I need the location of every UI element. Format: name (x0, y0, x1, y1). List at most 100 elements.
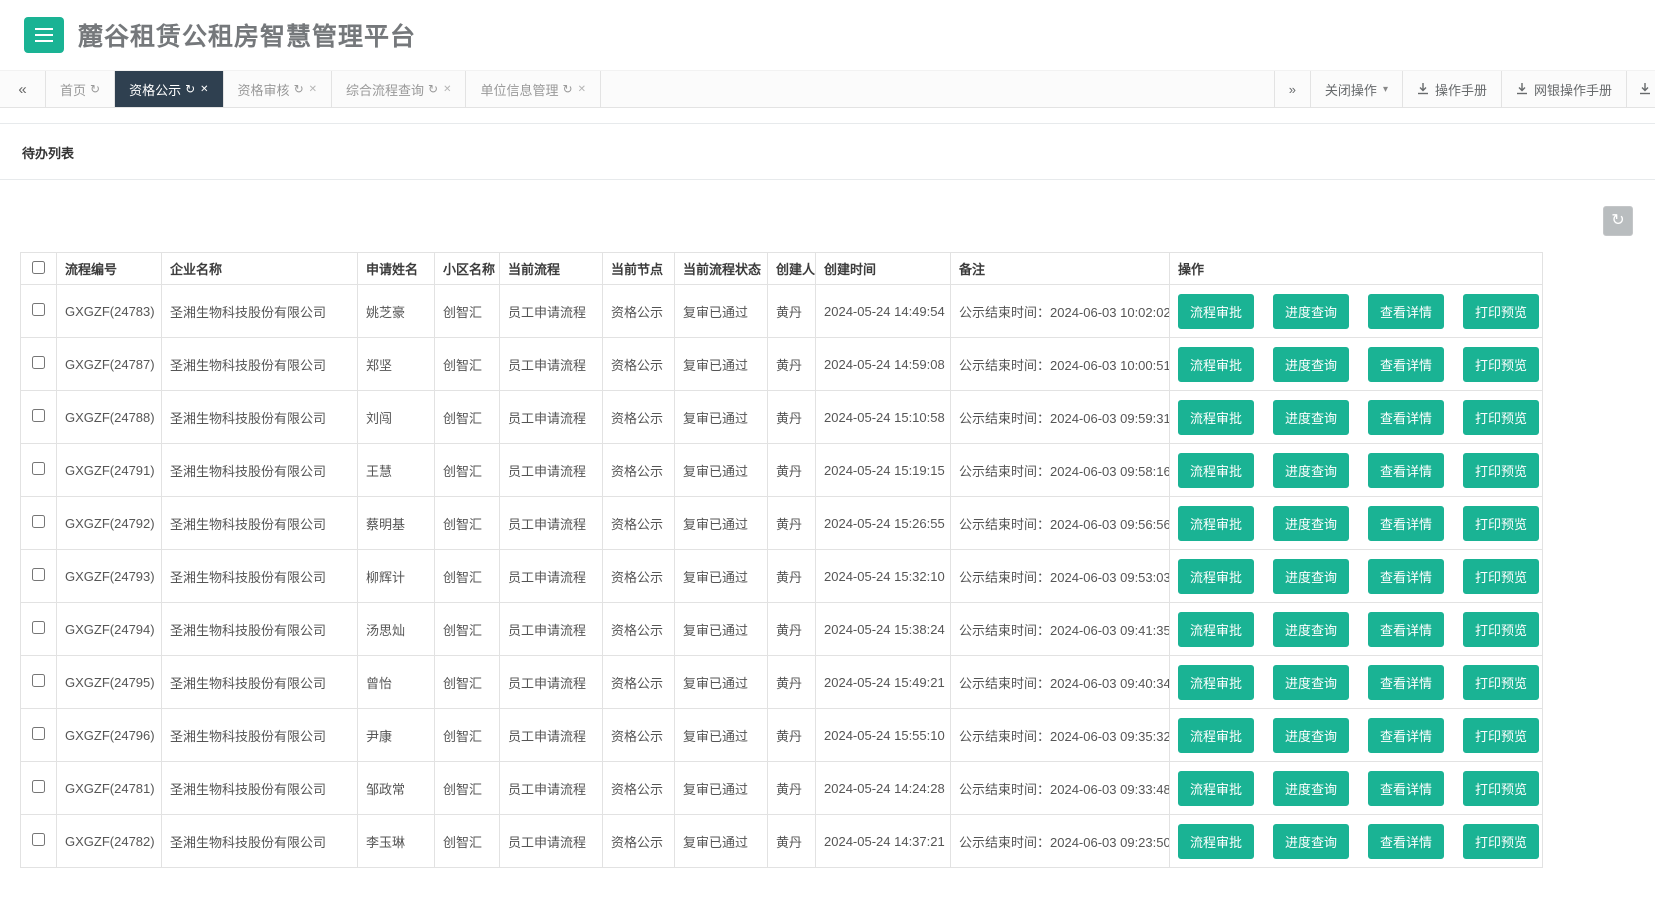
progress-query-button[interactable]: 进度查询 (1273, 612, 1349, 647)
view-details-button[interactable]: 查看详情 (1368, 824, 1444, 859)
view-details-button[interactable]: 查看详情 (1368, 506, 1444, 541)
table-row: GXGZF(24792)圣湘生物科技股份有限公司蔡明基创智汇员工申请流程资格公示… (21, 497, 1543, 550)
view-details-button[interactable]: 查看详情 (1368, 559, 1444, 594)
print-preview-button[interactable]: 打印预览 (1463, 453, 1539, 488)
cell-current-process: 员工申请流程 (500, 391, 603, 444)
tab-close-icon[interactable]: ✕ (443, 84, 451, 95)
row-checkbox[interactable] (32, 303, 45, 316)
download-icon (1639, 83, 1651, 95)
ebank-manual-button[interactable]: 网银操作手册 (1501, 71, 1626, 107)
select-all-checkbox[interactable] (32, 261, 45, 274)
view-details-button[interactable]: 查看详情 (1368, 771, 1444, 806)
view-details-button[interactable]: 查看详情 (1368, 400, 1444, 435)
row-checkbox[interactable] (32, 515, 45, 528)
table-toolbar: ↻ (20, 206, 1633, 236)
print-preview-button[interactable]: 打印预览 (1463, 294, 1539, 329)
process-approval-button[interactable]: 流程审批 (1178, 294, 1254, 329)
tab-refresh-icon[interactable]: ↻ (90, 82, 100, 96)
cell-remark: 公示结束时间：2024-06-03 09:41:35 (951, 603, 1170, 656)
row-checkbox[interactable] (32, 462, 45, 475)
cell-process-id: GXGZF(24796) (57, 709, 162, 762)
tab-close-icon[interactable]: ✕ (200, 84, 208, 95)
tab-refresh-icon[interactable]: ↻ (428, 82, 438, 96)
view-details-button[interactable]: 查看详情 (1368, 347, 1444, 382)
print-preview-button[interactable]: 打印预览 (1463, 347, 1539, 382)
cell-creator: 黄丹 (768, 338, 816, 391)
hamburger-menu-icon[interactable] (24, 17, 64, 53)
cell-current-node: 资格公示 (603, 603, 675, 656)
cell-actions: 流程审批进度查询查看详情打印预览 (1170, 391, 1543, 444)
tab-item[interactable]: 首页↻ (46, 71, 115, 107)
tab-item[interactable]: 资格公示↻✕ (115, 71, 223, 107)
row-checkbox[interactable] (32, 727, 45, 740)
tab-close-icon[interactable]: ✕ (309, 84, 317, 95)
process-approval-button[interactable]: 流程审批 (1178, 718, 1254, 753)
process-approval-button[interactable]: 流程审批 (1178, 824, 1254, 859)
process-approval-button[interactable]: 流程审批 (1178, 506, 1254, 541)
refresh-icon[interactable]: ↻ (1603, 206, 1633, 236)
print-preview-button[interactable]: 打印预览 (1463, 506, 1539, 541)
progress-query-button[interactable]: 进度查询 (1273, 665, 1349, 700)
process-approval-button[interactable]: 流程审批 (1178, 665, 1254, 700)
progress-query-button[interactable]: 进度查询 (1273, 718, 1349, 753)
row-checkbox[interactable] (32, 833, 45, 846)
row-checkbox[interactable] (32, 621, 45, 634)
tab-item[interactable]: 综合流程查询↻✕ (332, 71, 466, 107)
process-approval-button[interactable]: 流程审批 (1178, 612, 1254, 647)
view-details-button[interactable]: 查看详情 (1368, 665, 1444, 700)
view-details-button[interactable]: 查看详情 (1368, 453, 1444, 488)
view-details-button[interactable]: 查看详情 (1368, 718, 1444, 753)
tab-refresh-icon[interactable]: ↻ (563, 82, 573, 96)
column-header: 当前流程状态 (675, 253, 768, 285)
tab-item[interactable]: 资格审核↻✕ (224, 71, 332, 107)
process-approval-button[interactable]: 流程审批 (1178, 771, 1254, 806)
process-approval-button[interactable]: 流程审批 (1178, 400, 1254, 435)
tab-close-icon[interactable]: ✕ (578, 84, 586, 95)
progress-query-button[interactable]: 进度查询 (1273, 824, 1349, 859)
progress-query-button[interactable]: 进度查询 (1273, 294, 1349, 329)
print-preview-button[interactable]: 打印预览 (1463, 400, 1539, 435)
tab-refresh-icon[interactable]: ↻ (185, 82, 195, 96)
tabs-scroll-left-icon[interactable]: « (0, 71, 46, 107)
process-approval-button[interactable]: 流程审批 (1178, 559, 1254, 594)
progress-query-button[interactable]: 进度查询 (1273, 506, 1349, 541)
cell-creator: 黄丹 (768, 603, 816, 656)
view-details-button[interactable]: 查看详情 (1368, 612, 1444, 647)
progress-query-button[interactable]: 进度查询 (1273, 347, 1349, 382)
progress-query-button[interactable]: 进度查询 (1273, 771, 1349, 806)
cell-process-status: 复审已通过 (675, 709, 768, 762)
print-preview-button[interactable]: 打印预览 (1463, 824, 1539, 859)
row-checkbox[interactable] (32, 409, 45, 422)
tabs-scroll-right-icon[interactable]: » (1274, 71, 1310, 107)
table-row: GXGZF(24795)圣湘生物科技股份有限公司曾怡创智汇员工申请流程资格公示复… (21, 656, 1543, 709)
row-checkbox[interactable] (32, 568, 45, 581)
panel-body: ↻ 流程编号企业名称申请姓名小区名称当前流程当前节点当前流程状态创建人创建时间备… (0, 206, 1655, 868)
process-approval-button[interactable]: 流程审批 (1178, 347, 1254, 382)
tab-item[interactable]: 单位信息管理↻✕ (466, 71, 600, 107)
print-preview-button[interactable]: 打印预览 (1463, 718, 1539, 753)
row-checkbox[interactable] (32, 356, 45, 369)
cell-remark: 公示结束时间：2024-06-03 09:53:03 (951, 550, 1170, 603)
print-preview-button[interactable]: 打印预览 (1463, 612, 1539, 647)
overflow-action-icon[interactable] (1626, 71, 1655, 107)
print-preview-button[interactable]: 打印预览 (1463, 559, 1539, 594)
cell-process-status: 复审已通过 (675, 603, 768, 656)
progress-query-button[interactable]: 进度查询 (1273, 400, 1349, 435)
cell-process-id: GXGZF(24782) (57, 815, 162, 868)
row-checkbox[interactable] (32, 780, 45, 793)
cell-remark: 公示结束时间：2024-06-03 09:40:34 (951, 656, 1170, 709)
row-checkbox[interactable] (32, 674, 45, 687)
close-operations-dropdown[interactable]: 关闭操作 ▾ (1310, 71, 1402, 107)
print-preview-button[interactable]: 打印预览 (1463, 771, 1539, 806)
print-preview-button[interactable]: 打印预览 (1463, 665, 1539, 700)
cell-applicant-name: 尹康 (358, 709, 435, 762)
process-approval-button[interactable]: 流程审批 (1178, 453, 1254, 488)
operation-manual-button[interactable]: 操作手册 (1402, 71, 1501, 107)
cell-company-name: 圣湘生物科技股份有限公司 (162, 338, 358, 391)
progress-query-button[interactable]: 进度查询 (1273, 453, 1349, 488)
cell-actions: 流程审批进度查询查看详情打印预览 (1170, 709, 1543, 762)
view-details-button[interactable]: 查看详情 (1368, 294, 1444, 329)
cell-remark: 公示结束时间：2024-06-03 09:33:48 (951, 762, 1170, 815)
tab-refresh-icon[interactable]: ↻ (294, 82, 304, 96)
progress-query-button[interactable]: 进度查询 (1273, 559, 1349, 594)
